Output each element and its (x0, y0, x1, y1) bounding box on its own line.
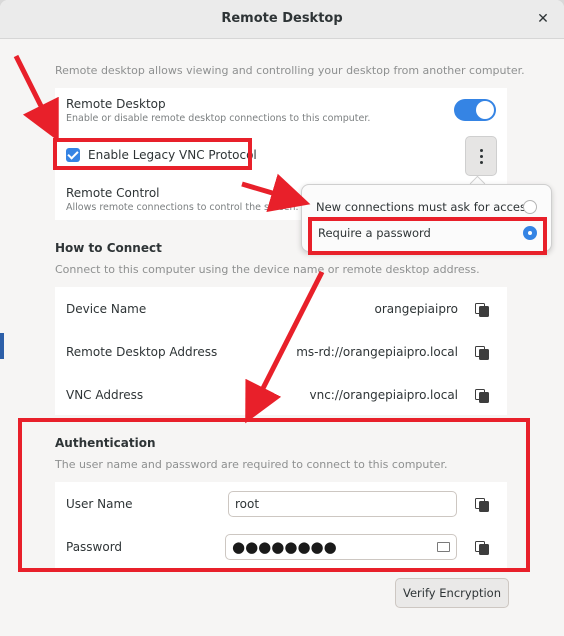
arrow-to-vnc (13, 54, 59, 142)
arrow-to-auth (245, 270, 325, 424)
annotation-arrows (13, 54, 325, 424)
arrow-to-popover (241, 173, 311, 213)
